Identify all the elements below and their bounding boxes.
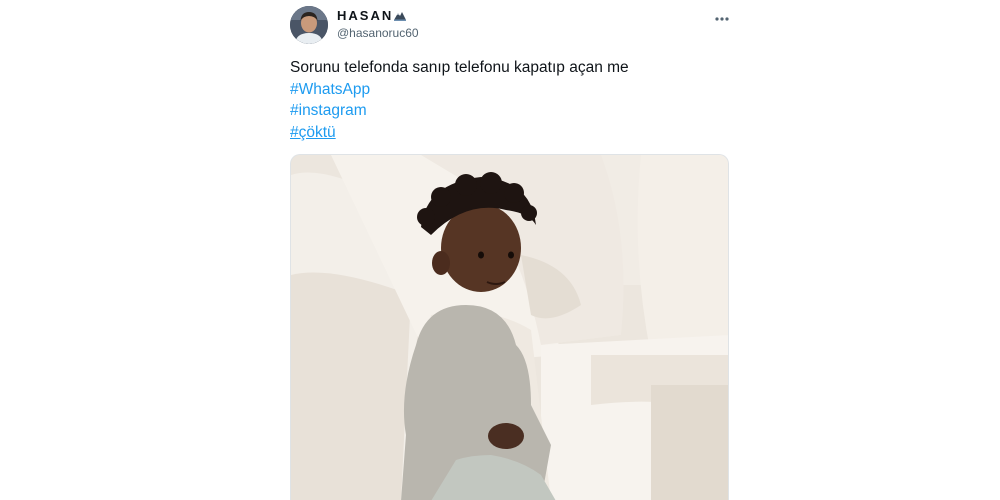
author-handle[interactable]: @hasanoruc60: [337, 26, 419, 40]
tweet: HASAN @hasanoruc60 Sorunu telefonda sanı…: [0, 0, 1000, 500]
tweet-text: Sorunu telefonda sanıp telefonu kapatıp …: [290, 57, 629, 143]
tweet-body: Sorunu telefonda sanıp telefonu kapatıp …: [290, 59, 629, 76]
hashtag-instagram[interactable]: #instagram: [290, 100, 629, 122]
author-display-name[interactable]: HASAN: [337, 8, 407, 23]
tweet-media-photo[interactable]: [290, 154, 729, 500]
avatar[interactable]: [290, 6, 328, 44]
more-options-button[interactable]: [711, 6, 733, 28]
mountain-icon: [394, 9, 407, 21]
hashtag-whatsapp[interactable]: #WhatsApp: [290, 79, 629, 101]
hashtag-coktu[interactable]: #çöktü: [290, 122, 629, 144]
more-options-icon: [715, 8, 729, 26]
author-name-text: HASAN: [337, 8, 394, 23]
baby-on-sofa-photo: [291, 155, 728, 500]
